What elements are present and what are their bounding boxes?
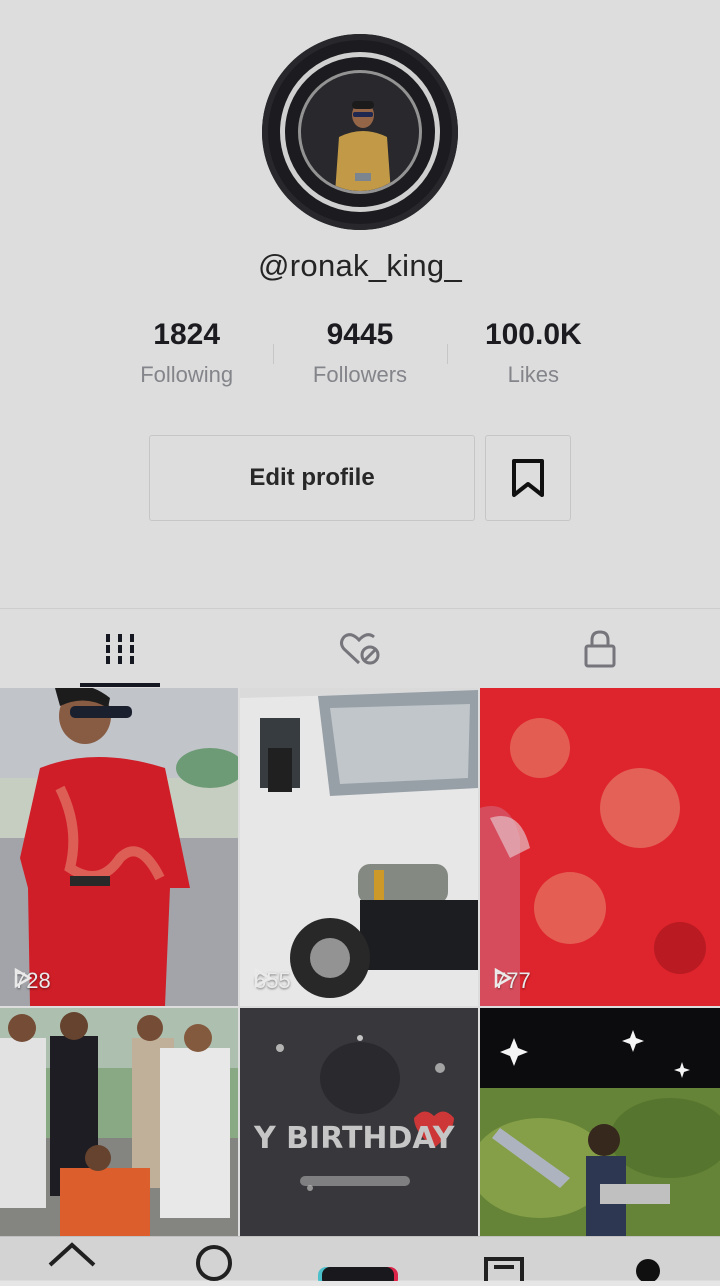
avatar-photo bbox=[298, 70, 422, 194]
video-thumbnail-image: Y BIRTHDAY bbox=[240, 1008, 478, 1236]
video-thumbnail[interactable]: Y BIRTHDAY bbox=[240, 1008, 478, 1236]
view-count: 777 bbox=[494, 968, 531, 994]
lock-icon bbox=[584, 630, 616, 668]
edit-profile-button[interactable]: Edit profile bbox=[149, 435, 475, 521]
video-thumbnail[interactable] bbox=[480, 1008, 720, 1236]
favorites-button[interactable] bbox=[485, 435, 571, 521]
home-icon bbox=[48, 1242, 96, 1267]
nav-home[interactable] bbox=[46, 1237, 98, 1281]
likes-label: Likes bbox=[507, 362, 559, 387]
avatar[interactable] bbox=[262, 34, 458, 230]
video-thumbnail-image bbox=[0, 1008, 238, 1236]
nav-create[interactable] bbox=[316, 1237, 406, 1286]
tab-videos[interactable] bbox=[0, 609, 240, 689]
following-count: 1824 bbox=[153, 318, 221, 351]
video-thumbnail[interactable]: 655 bbox=[240, 688, 478, 1006]
bookmark-icon bbox=[512, 459, 544, 497]
stat-divider bbox=[273, 344, 275, 364]
video-thumbnail-image bbox=[480, 688, 720, 1006]
likes-count: 100.0K bbox=[484, 318, 582, 351]
play-icon bbox=[14, 968, 32, 988]
following-label: Following bbox=[140, 362, 234, 387]
birthday-overlay-text: Y BIRTHDAY bbox=[253, 1121, 456, 1156]
video-thumbnail[interactable]: 728 bbox=[0, 688, 238, 1006]
avatar-person-image bbox=[325, 93, 401, 191]
nav-inbox[interactable] bbox=[480, 1237, 530, 1286]
play-icon bbox=[494, 968, 512, 988]
nav-discover[interactable] bbox=[190, 1237, 240, 1281]
video-thumbnail[interactable] bbox=[0, 1008, 238, 1236]
inbox-icon bbox=[484, 1257, 524, 1286]
profile-header: @ronak_king_ 1824 Following 9445 Followe… bbox=[0, 0, 720, 610]
view-count: 728 bbox=[14, 968, 51, 994]
active-tab-indicator bbox=[80, 683, 160, 687]
tab-liked[interactable] bbox=[240, 609, 480, 689]
view-count: 655 bbox=[254, 968, 291, 994]
play-icon bbox=[254, 968, 272, 988]
stat-divider bbox=[446, 344, 448, 364]
video-thumbnail-image bbox=[0, 688, 238, 1006]
grid-videos-icon bbox=[104, 634, 136, 664]
video-thumbnail-image bbox=[240, 688, 478, 1006]
discover-icon bbox=[196, 1245, 232, 1281]
video-thumbnail-image bbox=[480, 1008, 720, 1236]
username: @ronak_king_ bbox=[258, 248, 462, 283]
liked-private-icon bbox=[340, 633, 380, 665]
tab-private[interactable] bbox=[480, 609, 720, 689]
stat-followers[interactable]: 9445 Followers bbox=[273, 318, 446, 398]
followers-count: 9445 bbox=[326, 318, 394, 351]
video-thumbnail[interactable]: 777 bbox=[480, 688, 720, 1006]
profile-stats: 1824 Following 9445 Followers 100.0K Lik… bbox=[100, 318, 620, 398]
nav-profile[interactable] bbox=[630, 1237, 670, 1283]
create-icon bbox=[318, 1267, 398, 1286]
stat-likes[interactable]: 100.0K Likes bbox=[446, 318, 620, 398]
followers-label: Followers bbox=[312, 362, 408, 387]
video-grid: 728 655 777 Y BIRTHDAY bbox=[0, 688, 720, 1236]
bottom-navigation bbox=[0, 1236, 720, 1286]
profile-tabs bbox=[0, 608, 720, 689]
stat-following[interactable]: 1824 Following bbox=[100, 318, 273, 398]
profile-icon bbox=[636, 1259, 660, 1283]
